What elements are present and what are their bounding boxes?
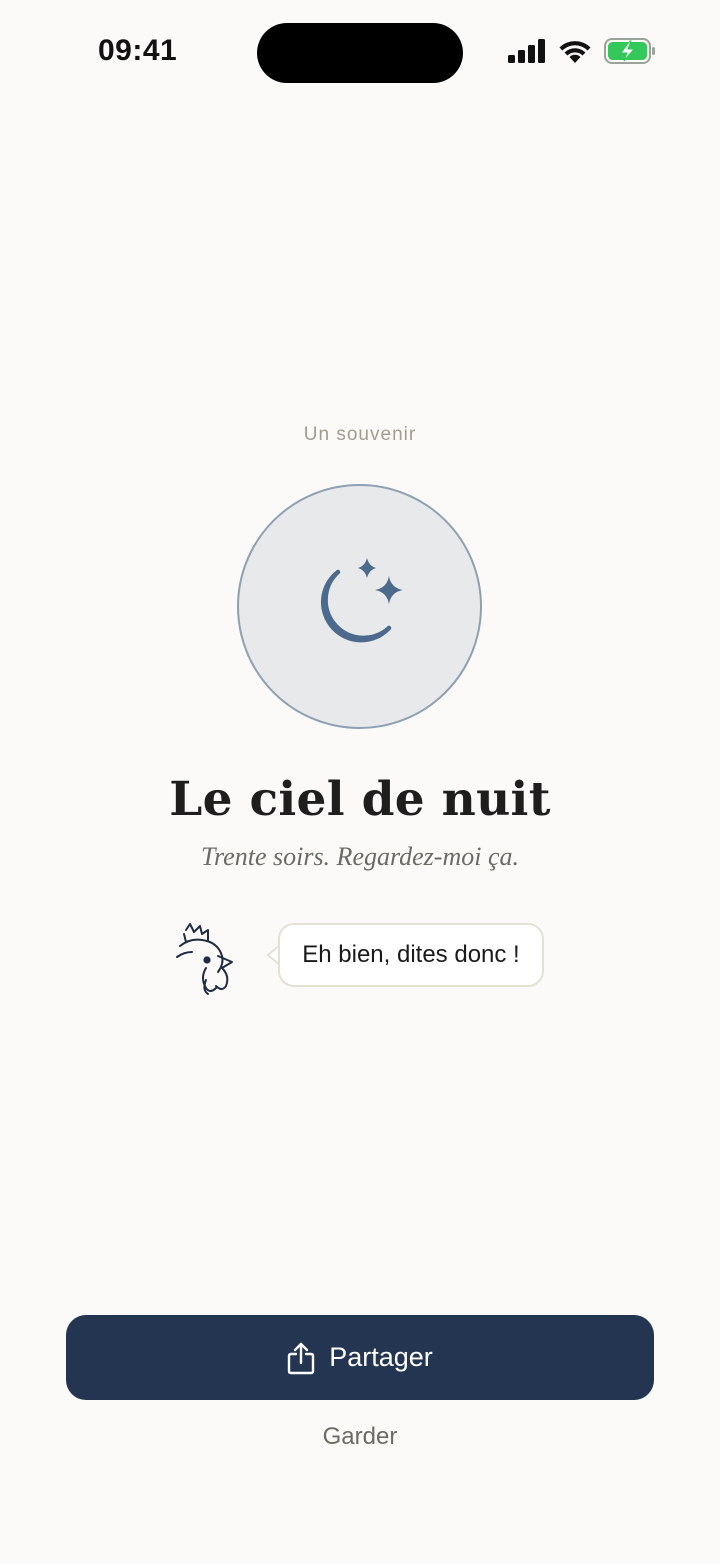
memory-title: Le ciel de nuit	[169, 772, 551, 827]
rooster-icon	[176, 923, 233, 995]
dynamic-island	[257, 23, 463, 83]
battery-charging-icon	[604, 38, 655, 64]
cellular-signal-icon	[508, 39, 545, 63]
status-time: 09:41	[98, 34, 178, 67]
speech-bubble-text: Eh bien, dites donc !	[278, 923, 544, 987]
status-icons	[508, 38, 656, 64]
keep-button[interactable]: Garder	[0, 1423, 720, 1451]
wifi-icon	[559, 41, 591, 63]
eyebrow-label: Un souvenir	[303, 424, 417, 445]
memory-subtitle: Trente soirs. Regardez-moi ça.	[201, 842, 519, 871]
memory-badge	[237, 484, 482, 729]
moon-stars-icon	[320, 557, 403, 642]
screen: 09:41 Un souvenir Le ciel de nuit Trente…	[0, 0, 720, 1564]
share-icon	[288, 1342, 315, 1374]
speech-bubble: Eh bien, dites donc !	[266, 923, 544, 987]
share-button-label: Partager	[329, 1342, 433, 1372]
share-button[interactable]: Partager	[66, 1315, 654, 1400]
